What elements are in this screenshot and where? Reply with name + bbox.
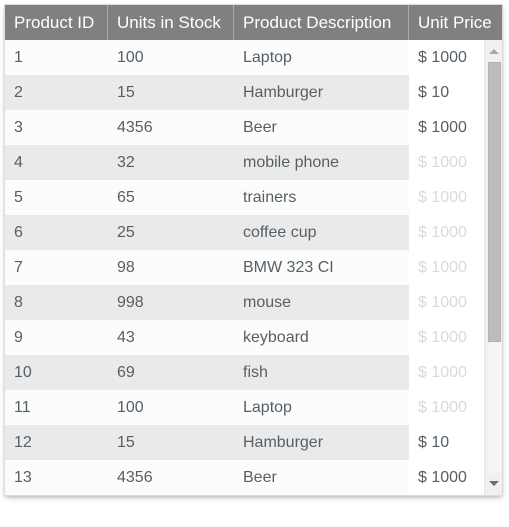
cell-product-description[interactable]: coffee cup [234,215,409,250]
cell-product-id[interactable]: 9 [5,320,108,355]
cell-product-description[interactable]: BMW 323 CI [234,250,409,285]
table-row[interactable]: 5 65 trainers $ 1000 [5,180,502,215]
cell-product-description[interactable]: Hamburger [234,425,409,460]
column-header-unit-price[interactable]: Unit Price [409,5,502,40]
cell-units-in-stock[interactable]: 32 [108,145,234,180]
column-header-product-description[interactable]: Product Description [234,5,409,40]
cell-product-id[interactable]: 2 [5,75,108,110]
table-row[interactable]: 11 100 Laptop $ 1000 [5,390,502,425]
scroll-thumb[interactable] [488,62,501,342]
cell-product-description[interactable]: keyboard [234,320,409,355]
table-row[interactable]: 6 25 coffee cup $ 1000 [5,215,502,250]
cell-product-description[interactable]: fish [234,355,409,390]
table-row[interactable]: 1 100 Laptop $ 1000 [5,40,502,75]
scroll-down-arrow-icon[interactable] [485,475,502,492]
table-row[interactable]: 7 98 BMW 323 CI $ 1000 [5,250,502,285]
table-row[interactable]: 13 4356 Beer $ 1000 [5,460,502,495]
cell-product-description[interactable]: Laptop [234,390,409,425]
cell-product-description[interactable]: mouse [234,285,409,320]
table-row[interactable]: 4 32 mobile phone $ 1000 [5,145,502,180]
column-header-product-id[interactable]: Product ID [5,5,108,40]
cell-units-in-stock[interactable]: 15 [108,75,234,110]
cell-units-in-stock[interactable]: 100 [108,390,234,425]
cell-product-id[interactable]: 4 [5,145,108,180]
cell-product-id[interactable]: 11 [5,390,108,425]
cell-units-in-stock[interactable]: 69 [108,355,234,390]
cell-units-in-stock[interactable]: 998 [108,285,234,320]
cell-product-description[interactable]: Beer [234,110,409,145]
cell-product-description[interactable]: mobile phone [234,145,409,180]
data-grid[interactable]: Product ID Units in Stock Product Descri… [4,4,503,496]
cell-product-id[interactable]: 7 [5,250,108,285]
grid-header-row: Product ID Units in Stock Product Descri… [5,5,502,40]
cell-units-in-stock[interactable]: 15 [108,425,234,460]
cell-product-description[interactable]: trainers [234,180,409,215]
cell-product-id[interactable]: 12 [5,425,108,460]
grid-body[interactable]: 1 100 Laptop $ 1000 2 15 Hamburger $ 10 3 4356 Bee… [5,40,502,495]
cell-product-description[interactable]: Beer [234,460,409,495]
cell-units-in-stock[interactable]: 100 [108,40,234,75]
cell-units-in-stock[interactable]: 4356 [108,110,234,145]
vertical-scrollbar[interactable] [484,40,502,495]
cell-product-id[interactable]: 3 [5,110,108,145]
cell-product-description[interactable]: Laptop [234,40,409,75]
cell-product-id[interactable]: 5 [5,180,108,215]
scroll-up-arrow-icon[interactable] [485,43,502,60]
cell-units-in-stock[interactable]: 4356 [108,460,234,495]
cell-units-in-stock[interactable]: 98 [108,250,234,285]
cell-units-in-stock[interactable]: 43 [108,320,234,355]
cell-product-description[interactable]: Hamburger [234,75,409,110]
cell-product-id[interactable]: 8 [5,285,108,320]
column-header-units-in-stock[interactable]: Units in Stock [108,5,234,40]
cell-product-id[interactable]: 6 [5,215,108,250]
cell-units-in-stock[interactable]: 65 [108,180,234,215]
table-row[interactable]: 9 43 keyboard $ 1000 [5,320,502,355]
table-row[interactable]: 8 998 mouse $ 1000 [5,285,502,320]
table-row[interactable]: 2 15 Hamburger $ 10 [5,75,502,110]
table-row[interactable]: 3 4356 Beer $ 1000 [5,110,502,145]
cell-product-id[interactable]: 1 [5,40,108,75]
cell-product-id[interactable]: 10 [5,355,108,390]
cell-product-id[interactable]: 13 [5,460,108,495]
table-row[interactable]: 10 69 fish $ 1000 [5,355,502,390]
table-row[interactable]: 12 15 Hamburger $ 10 [5,425,502,460]
cell-units-in-stock[interactable]: 25 [108,215,234,250]
